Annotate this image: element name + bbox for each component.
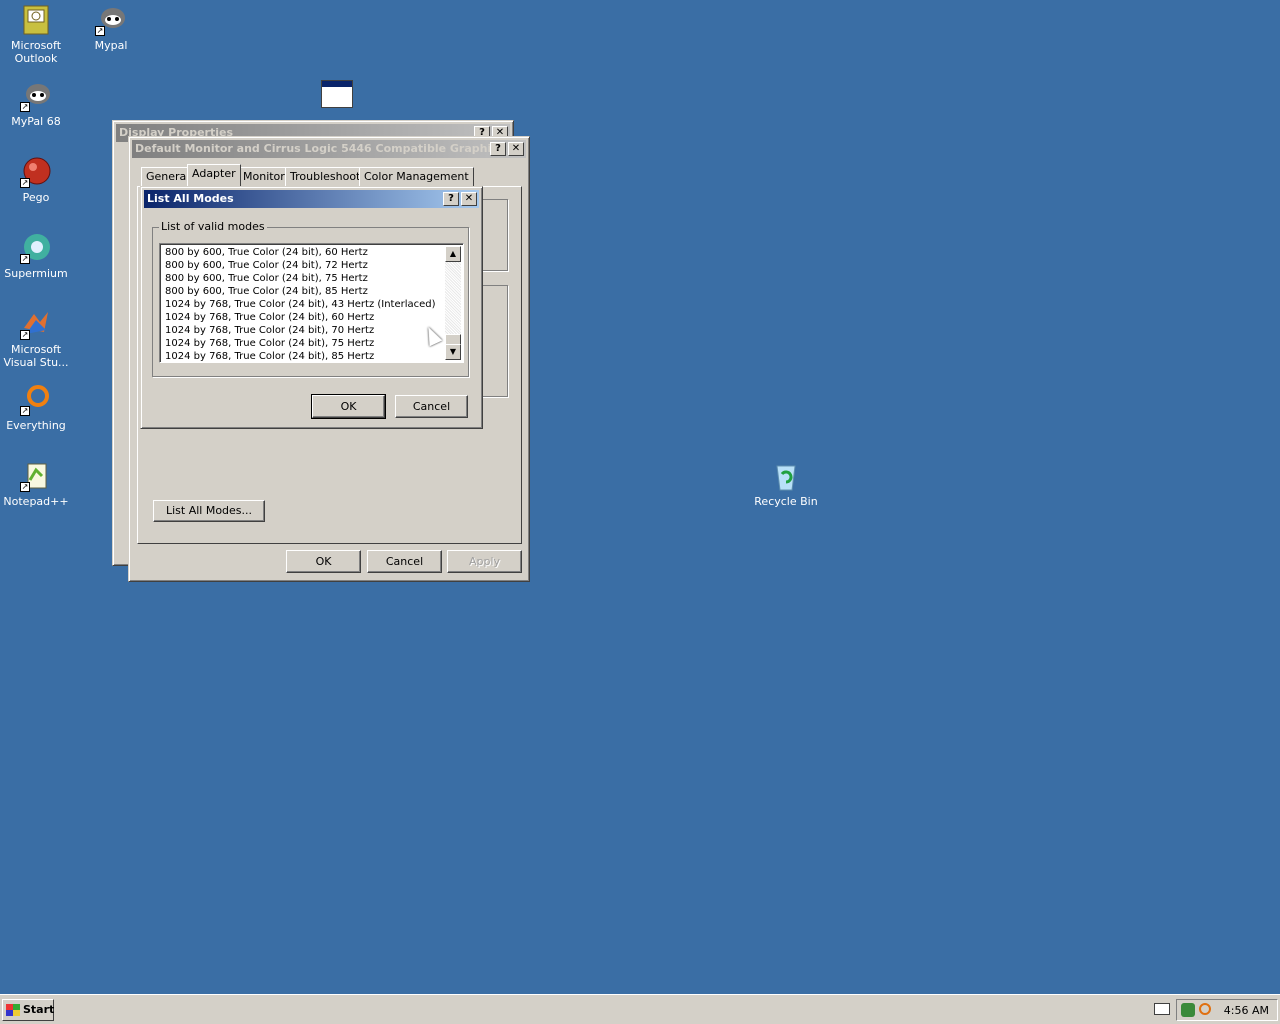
shortcut-arrow-icon: ↗ [20,406,30,416]
search-icon[interactable] [1199,1003,1211,1015]
list-item[interactable]: 1024 by 768, True Color (24 bit), 70 Her… [162,324,443,337]
modes-listbox[interactable]: 800 by 600, True Color (24 bit), 60 Hert… [159,243,464,363]
windows-logo-icon [6,1004,20,1016]
desktop-icon-label: Notepad++ [3,495,69,508]
network-icon[interactable] [1181,1003,1195,1017]
list-item[interactable]: 1024 by 768, True Color (24 bit), 43 Her… [162,298,443,311]
recycle-bin-icon [770,460,802,492]
shortcut-arrow-icon: ↗ [20,482,30,492]
list-item[interactable]: 800 by 600, True Color (24 bit), 85 Hert… [162,285,443,298]
shortcut-arrow-icon: ↗ [95,26,105,36]
list-item[interactable]: 800 by 600, True Color (24 bit), 75 Hert… [162,272,443,285]
list-all-modes-button[interactable]: List All Modes... [153,500,265,522]
dialog-title: List All Modes [147,192,234,205]
scroll-down-arrow-icon[interactable]: ▼ [445,344,461,360]
shortcut-arrow-icon: ↗ [20,102,30,112]
tab-adapter[interactable]: Adapter [187,164,241,186]
desktop-icon-label: Supermium [4,267,68,280]
mypal-icon: ↗ [95,4,127,36]
list-item[interactable]: 800 by 600, True Color (24 bit), 60 Hert… [162,246,443,259]
desktop-icon-label: Microsoft Visual Stu... [3,343,69,369]
desktop-icon-label: Pego [22,191,50,204]
desktop-icon-label: MyPal 68 [11,115,61,128]
desktop-icon-mypal[interactable]: ↗ Mypal [73,4,149,52]
keyboard-icon[interactable] [1154,1003,1170,1015]
desktop-icon-label: Recycle Bin [754,495,818,508]
start-label: Start [23,1003,55,1016]
desktop-icon-visual-studio[interactable]: ↗ Microsoft Visual Stu... [0,308,74,369]
close-button[interactable]: ✕ [461,192,477,206]
clock[interactable]: 4:56 AM [1224,1004,1269,1017]
ok-button[interactable]: OK [311,394,386,419]
desktop-icon-label: Microsoft Outlook [10,39,62,65]
mypal68-icon: ↗ [20,80,52,112]
list-all-modes-titlebar[interactable]: List All Modes ? ✕ [144,190,479,208]
scroll-up-arrow-icon[interactable]: ▲ [445,246,461,262]
system-tray: 4:56 AM [1176,999,1278,1021]
desktop-icon-supermium[interactable]: ↗ Supermium [0,232,74,280]
adapter-properties-titlebar[interactable]: Default Monitor and Cirrus Logic 5446 Co… [132,140,526,158]
list-item[interactable]: 1024 by 768, True Color (24 bit), 75 Her… [162,337,443,350]
desktop-icon-notepadpp[interactable]: ↗ Notepad++ [0,460,74,508]
notepadpp-icon: ↗ [20,460,52,492]
list-item[interactable]: 1024 by 768, True Color (24 bit), 85 Her… [162,350,443,362]
desktop-icon-recycle-bin[interactable]: Recycle Bin [748,460,824,508]
list-all-modes-dialog: List All Modes ? ✕ List of valid modes 8… [140,186,483,429]
desktop-icon-label: Mypal [94,39,128,52]
desktop-icon-mypal68[interactable]: ↗ MyPal 68 [0,80,74,128]
desktop-icon-pego[interactable]: ↗ Pego [0,156,74,204]
visual-studio-icon: ↗ [20,308,52,340]
tab-color-management[interactable]: Color Management [359,167,474,186]
desktop-icon-label: Everything [6,419,66,432]
tab-monitor[interactable]: Monitor [238,167,290,186]
cancel-button[interactable]: Cancel [395,395,468,418]
help-button[interactable]: ? [443,192,459,206]
everything-icon: ↗ [20,384,52,416]
shortcut-arrow-icon: ↗ [20,254,30,264]
list-item[interactable]: 1024 by 768, True Color (24 bit), 60 Her… [162,311,443,324]
pego-icon: ↗ [20,156,52,188]
shortcut-arrow-icon: ↗ [20,178,30,188]
shortcut-arrow-icon: ↗ [20,330,30,340]
desktop-icon-outlook[interactable]: Microsoft Outlook [0,4,74,65]
vertical-scrollbar[interactable]: ▲ ▼ [445,246,461,360]
window-icon[interactable] [321,80,353,108]
outlook-icon [20,4,52,36]
close-button[interactable]: ✕ [508,142,524,156]
supermium-icon: ↗ [20,232,52,264]
desktop-icon-everything[interactable]: ↗ Everything [0,384,74,432]
ok-button[interactable]: OK [286,550,361,573]
start-button[interactable]: Start [2,999,54,1021]
apply-button[interactable]: Apply [447,550,522,573]
window-title: Default Monitor and Cirrus Logic 5446 Co… [135,142,491,155]
tab-troubleshoot[interactable]: Troubleshoot [285,167,366,186]
group-label: List of valid modes [159,220,267,233]
list-item[interactable]: 800 by 600, True Color (24 bit), 72 Hert… [162,259,443,272]
cancel-button[interactable]: Cancel [367,550,442,573]
valid-modes-group: List of valid modes 800 by 600, True Col… [152,220,469,377]
taskbar: Start 4:56 AM [0,994,1280,1024]
help-button[interactable]: ? [490,142,506,156]
